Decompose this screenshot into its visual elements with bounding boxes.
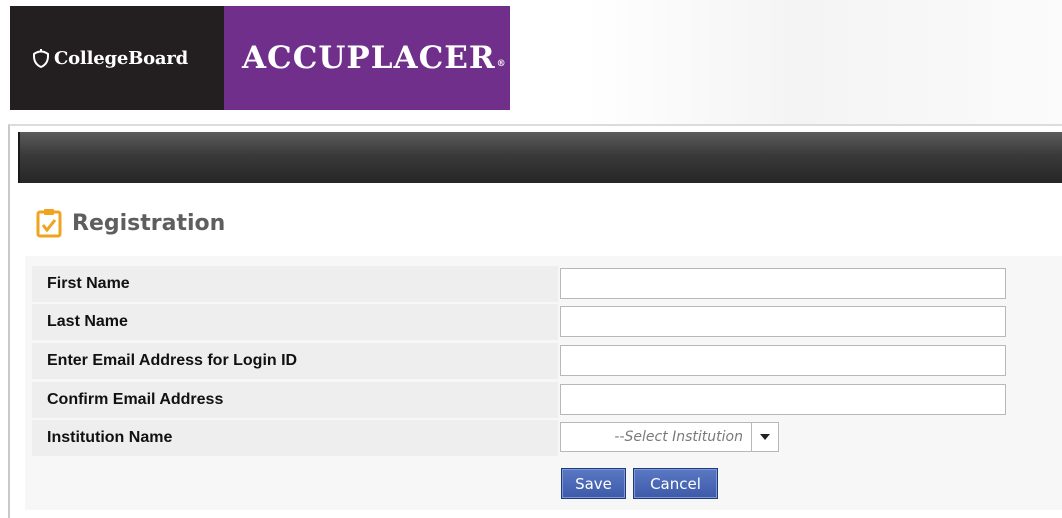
first-name-cell — [558, 266, 1062, 302]
collegeboard-wordmark: CollegeBoard — [54, 47, 189, 69]
last-name-input[interactable] — [560, 306, 1006, 337]
confirm-email-row: Confirm Email Address — [32, 382, 1062, 418]
first-name-input[interactable] — [560, 268, 1006, 299]
institution-label: Institution Name — [32, 420, 558, 456]
confirm-email-input[interactable] — [560, 384, 1006, 415]
brand-logo: CollegeBoard ACCUPLACER ® — [10, 6, 510, 110]
first-name-label: First Name — [32, 266, 558, 302]
institution-select-placeholder: --Select Institution — [614, 429, 743, 445]
page-title: Registration — [72, 210, 226, 236]
last-name-label: Last Name — [32, 304, 558, 340]
email-row: Enter Email Address for Login ID — [32, 343, 1062, 379]
navigation-bar — [18, 132, 1062, 183]
institution-select[interactable]: --Select Institution — [560, 422, 779, 452]
save-button[interactable]: Save — [561, 468, 626, 499]
institution-row: Institution Name --Select Institution — [32, 420, 1062, 456]
registration-header: Registration — [36, 203, 225, 243]
confirm-email-cell — [558, 382, 1062, 418]
accuplacer-wordmark: ACCUPLACER — [242, 40, 496, 76]
confirm-email-label: Confirm Email Address — [32, 382, 558, 418]
first-name-row: First Name — [32, 266, 1062, 302]
registered-mark: ® — [496, 59, 507, 69]
acorn-icon — [33, 49, 49, 68]
chevron-down-icon — [760, 434, 770, 440]
accuplacer-logo: ACCUPLACER ® — [224, 6, 510, 110]
email-input[interactable] — [560, 345, 1006, 376]
email-label: Enter Email Address for Login ID — [32, 343, 558, 379]
cancel-button[interactable]: Cancel — [633, 468, 718, 499]
last-name-row: Last Name — [32, 304, 1062, 340]
email-cell — [558, 343, 1062, 379]
select-arrow-button[interactable] — [751, 423, 778, 451]
collegeboard-logo: CollegeBoard — [10, 6, 224, 110]
last-name-cell — [558, 304, 1062, 340]
institution-cell: --Select Institution — [558, 420, 1062, 456]
clipboard-check-icon — [36, 209, 62, 238]
